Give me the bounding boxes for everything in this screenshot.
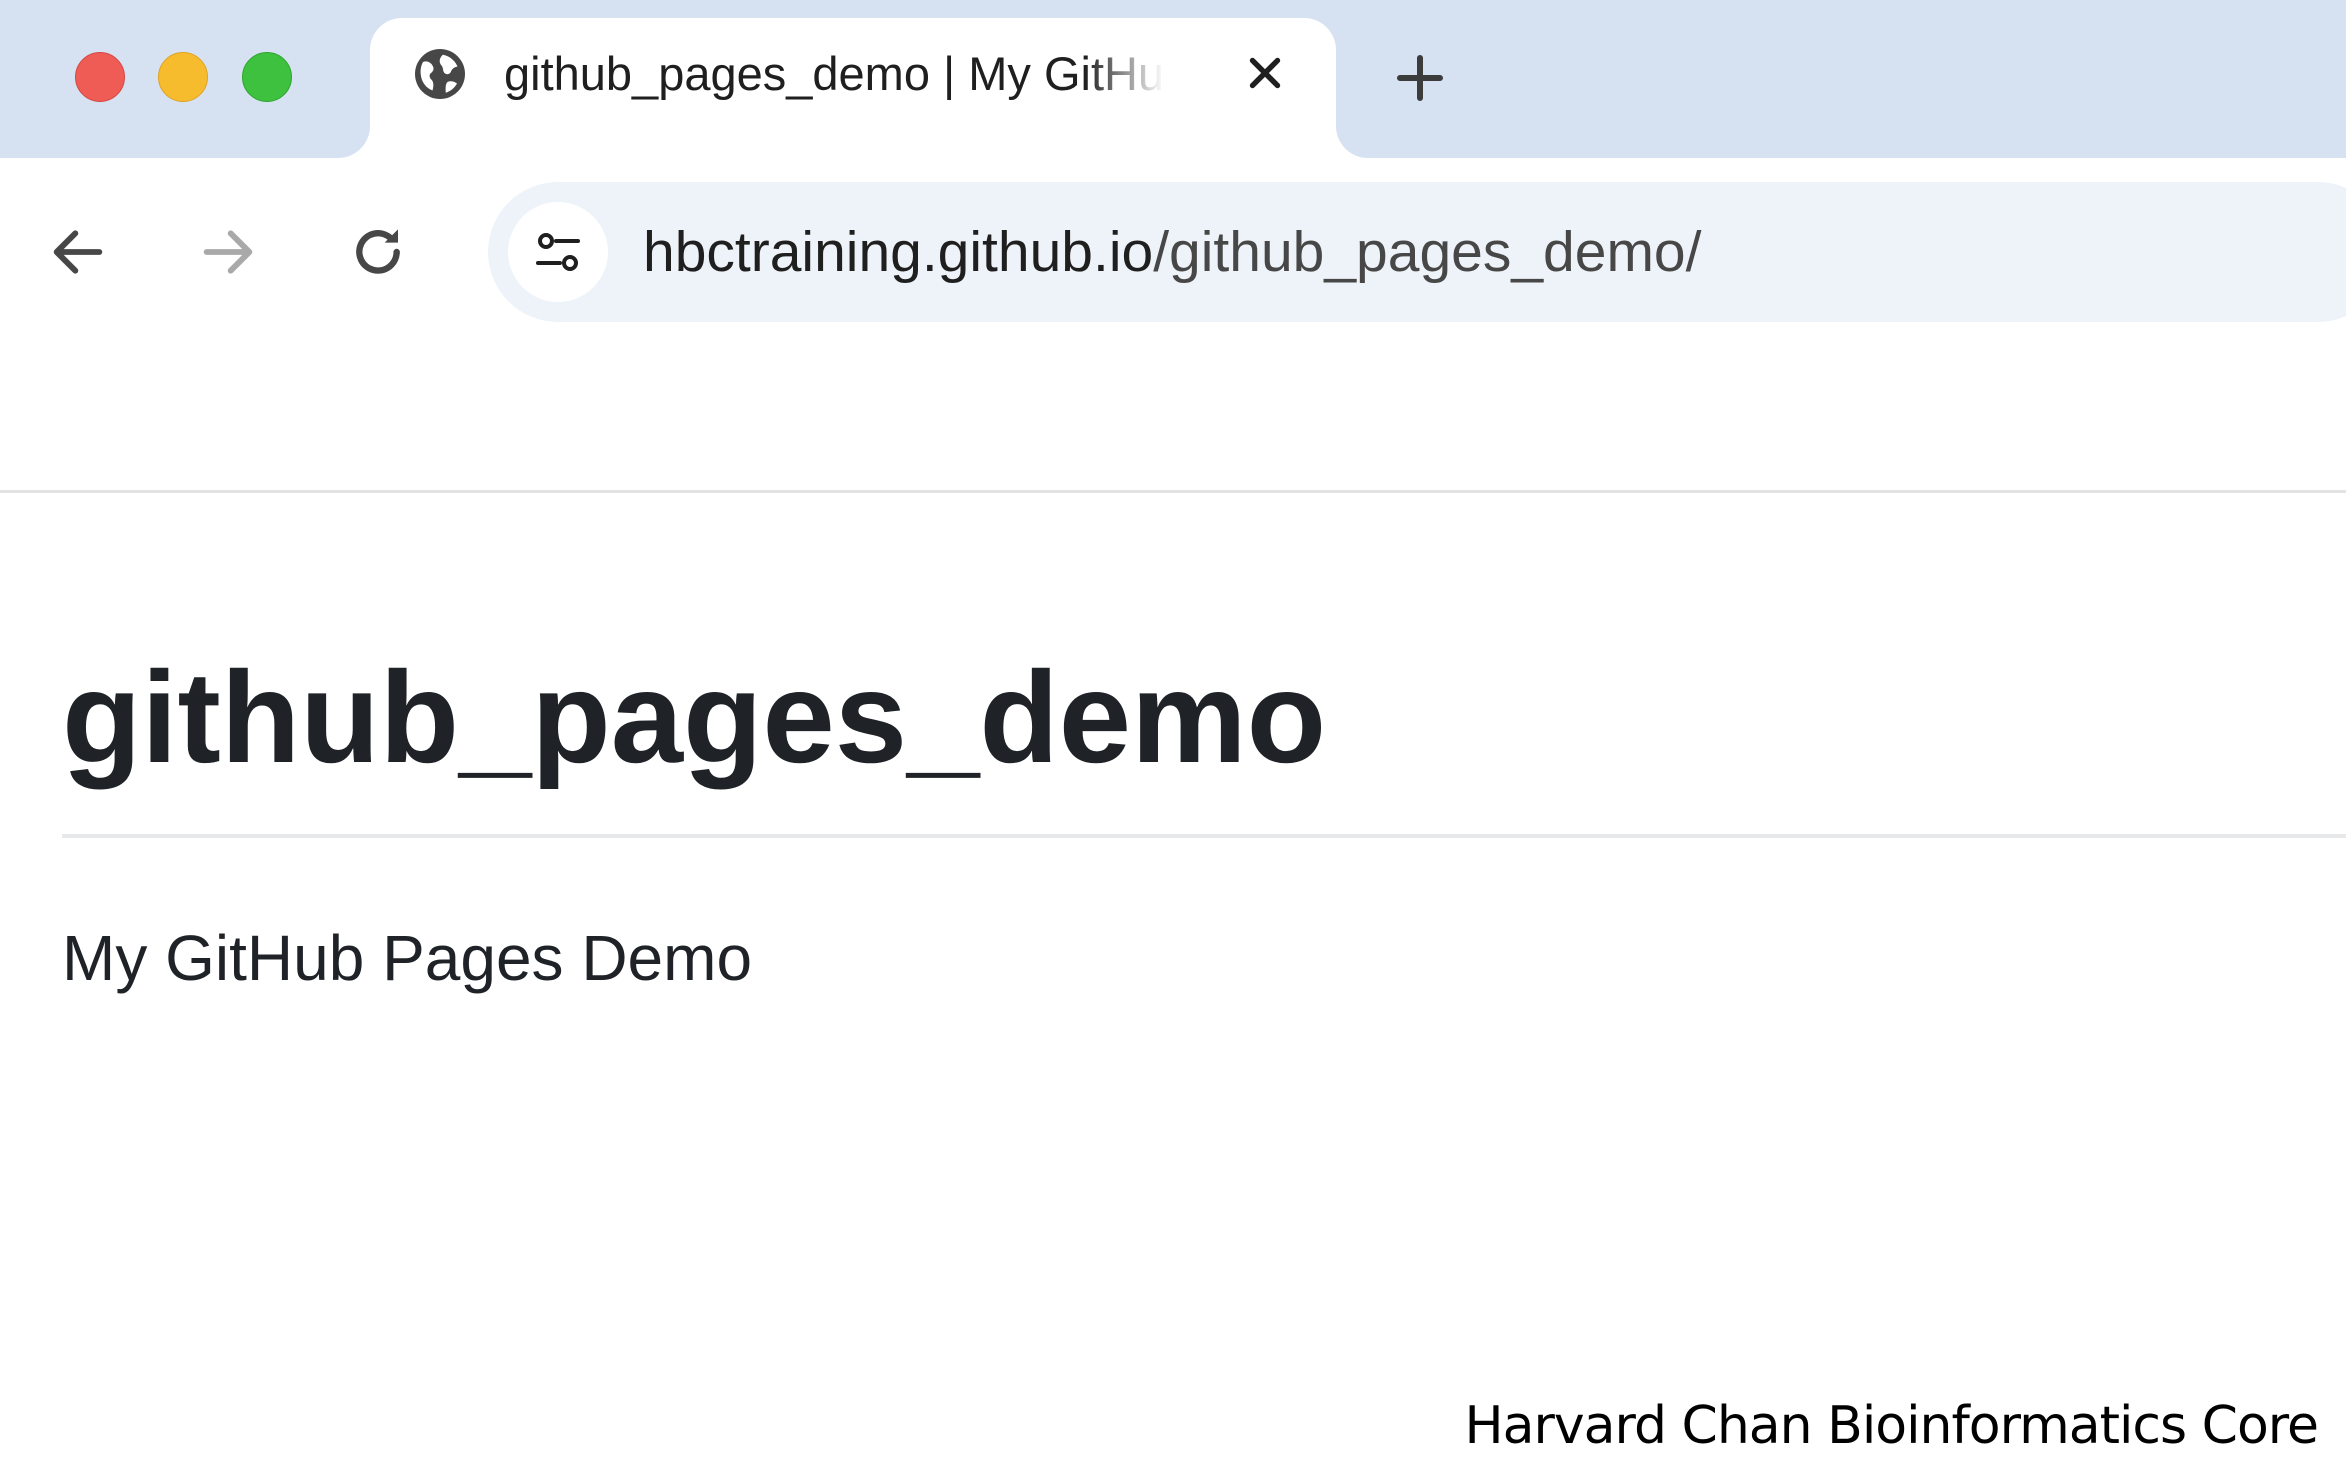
window-close-button[interactable] — [75, 52, 125, 102]
title-underline — [62, 834, 2346, 838]
arrow-right-icon[interactable] — [196, 220, 260, 284]
globe-icon — [415, 49, 465, 99]
url-text[interactable]: hbctraining.github.io/github_pages_demo/ — [643, 216, 1701, 288]
arrow-left-icon[interactable] — [46, 220, 110, 284]
tab-strip: github_pages_demo | My GitHub Pages Demo — [0, 0, 2346, 158]
active-tab[interactable]: github_pages_demo | My GitHub Pages Demo — [370, 18, 1336, 158]
site-info-button[interactable] — [508, 202, 608, 302]
window-minimize-button[interactable] — [158, 52, 208, 102]
close-icon[interactable] — [1240, 48, 1290, 98]
reload-icon[interactable] — [346, 220, 410, 284]
browser-window: github_pages_demo | My GitHub Pages Demo — [0, 0, 2346, 1475]
tune-icon — [536, 233, 580, 271]
browser-toolbar: hbctraining.github.io/github_pages_demo/ — [0, 158, 2346, 334]
plus-icon[interactable] — [1390, 48, 1450, 108]
page-description: My GitHub Pages Demo — [62, 922, 753, 994]
address-bar[interactable]: hbctraining.github.io/github_pages_demo/ — [488, 182, 2346, 322]
tab-title: github_pages_demo | My GitHub Pages Demo — [504, 47, 1164, 100]
content-divider — [0, 490, 2346, 493]
page-title: github_pages_demo — [62, 644, 1327, 790]
url-path: /github_pages_demo/ — [1153, 220, 1702, 284]
url-host: hbctraining.github.io — [643, 220, 1154, 284]
watermark-text: Harvard Chan Bioinformatics Core — [1464, 1396, 2319, 1456]
window-maximize-button[interactable] — [242, 52, 292, 102]
